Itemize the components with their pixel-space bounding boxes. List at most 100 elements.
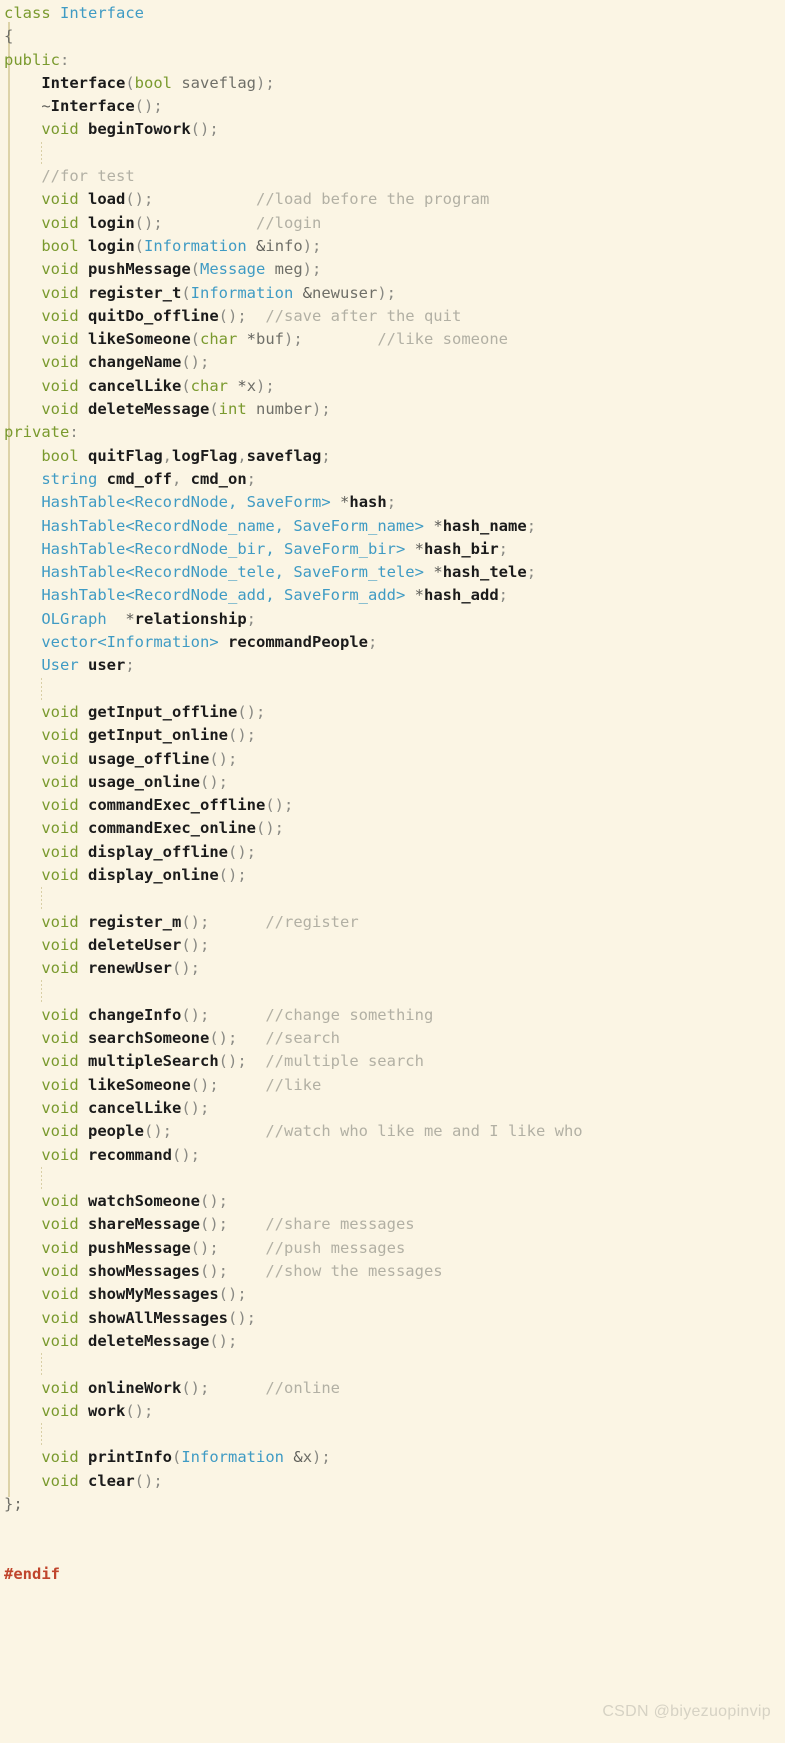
code-line[interactable]: void cancelLike(char *x); [0, 375, 785, 398]
code-line[interactable]: void deleteMessage(int number); [0, 398, 785, 421]
code-line[interactable]: void printInfo(Information &x); [0, 1446, 785, 1469]
code-line[interactable]: void usage_offline(); [0, 748, 785, 771]
code-line[interactable]: Interface(bool saveflag); [0, 72, 785, 95]
code-line[interactable]: void login(); //login [0, 212, 785, 235]
code-line[interactable]: void register_t(Information &newuser); [0, 282, 785, 305]
code-line[interactable] [0, 141, 785, 166]
code-line[interactable]: void commandExec_offline(); [0, 794, 785, 817]
code-line[interactable]: void shareMessage(); //share messages [0, 1213, 785, 1236]
code-token-punct: (); [199, 1262, 228, 1281]
code-line[interactable]: void deleteUser(); [0, 934, 785, 957]
code-token-punct: (); [227, 842, 256, 861]
code-line[interactable]: void cancelLike(); [0, 1097, 785, 1120]
code-line[interactable] [0, 677, 785, 702]
code-token-fn: printInfo [88, 1448, 172, 1467]
code-token-fn: multipleSearch [88, 1052, 219, 1071]
code-token-fn: likeSomeone [88, 1075, 191, 1094]
code-line[interactable]: User user; [0, 654, 785, 677]
code-line[interactable]: { [0, 25, 785, 48]
code-line[interactable]: vector<Information> recommandPeople; [0, 631, 785, 654]
code-line[interactable]: void work(); [0, 1400, 785, 1423]
code-line[interactable]: class Interface [0, 2, 785, 25]
code-line[interactable]: string cmd_off, cmd_on; [0, 468, 785, 491]
code-token-punct: ; [368, 633, 378, 652]
code-token-punct: ; [526, 563, 537, 582]
code-line[interactable]: HashTable<RecordNode_name, SaveForm_name… [0, 515, 785, 538]
code-line[interactable]: void likeSomeone(); //like [0, 1074, 785, 1097]
code-line[interactable]: void showMessages(); //show the messages [0, 1260, 785, 1283]
code-token-kw: void [41, 213, 79, 232]
code-line[interactable] [0, 1423, 785, 1447]
code-line[interactable]: void load(); //load before the program [0, 188, 785, 211]
code-line[interactable]: #endif [0, 1563, 785, 1586]
code-line[interactable]: void changeName(); [0, 351, 785, 374]
code-line[interactable] [0, 980, 785, 1005]
code-line[interactable]: void showMyMessages(); [0, 1283, 785, 1306]
code-line[interactable]: void people(); //watch who like me and I… [0, 1120, 785, 1143]
code-line[interactable]: public: [0, 49, 785, 72]
code-token-kw: void [41, 376, 79, 395]
code-line[interactable]: }; [0, 1493, 785, 1516]
code-token-type: , [274, 563, 294, 582]
code-line[interactable]: void usage_online(); [0, 771, 785, 794]
code-line[interactable] [0, 1516, 785, 1539]
code-line[interactable]: void renewUser(); [0, 957, 785, 980]
code-token-type: > [395, 586, 406, 605]
code-token-type: < [125, 493, 135, 512]
code-line[interactable]: void pushMessage(); //push messages [0, 1237, 785, 1260]
code-token-punct: ( [125, 73, 135, 92]
code-line[interactable]: //for test [0, 165, 785, 188]
code-line[interactable]: void clear(); [0, 1470, 785, 1493]
code-token-var: hash_bir [424, 539, 499, 558]
code-line[interactable]: void beginTowork(); [0, 118, 785, 141]
code-line[interactable]: void commandExec_online(); [0, 817, 785, 840]
code-line[interactable]: void pushMessage(Message meg); [0, 258, 785, 281]
code-line[interactable]: void multipleSearch(); //multiple search [0, 1050, 785, 1073]
code-line[interactable]: void showAllMessages(); [0, 1307, 785, 1330]
code-line[interactable]: void changeInfo(); //change something [0, 1004, 785, 1027]
code-token-type: OLGraph [41, 609, 107, 628]
code-line[interactable]: HashTable<RecordNode_add, SaveForm_add> … [0, 584, 785, 607]
code-token-punct: ( [181, 376, 191, 395]
code-line[interactable]: ~Interface(); [0, 95, 785, 118]
code-line[interactable]: void register_m(); //register [0, 911, 785, 934]
code-token-var: cmd_on [190, 469, 247, 488]
code-token-kw: void [41, 1145, 79, 1164]
code-line[interactable]: void getInput_offline(); [0, 701, 785, 724]
code-line[interactable]: void display_offline(); [0, 841, 785, 864]
code-line[interactable]: HashTable<RecordNode_tele, SaveForm_tele… [0, 561, 785, 584]
code-line[interactable]: void deleteMessage(); [0, 1330, 785, 1353]
code-line[interactable]: void getInput_online(); [0, 724, 785, 747]
code-token-op: * [433, 563, 443, 582]
code-line[interactable]: bool quitFlag,logFlag,saveflag; [0, 445, 785, 468]
code-line[interactable]: private: [0, 421, 785, 444]
code-token-kw: class [4, 4, 51, 22]
code-line[interactable]: HashTable<RecordNode, SaveForm> *hash; [0, 491, 785, 514]
code-line[interactable]: void display_online(); [0, 864, 785, 887]
code-line[interactable]: void watchSomeone(); [0, 1190, 785, 1213]
code-token-punct: (); [190, 1238, 219, 1257]
code-token-fn: display_online [88, 865, 219, 884]
code-line[interactable]: bool login(Information &info); [0, 235, 785, 258]
code-line[interactable]: void recommand(); [0, 1144, 785, 1167]
code-line[interactable]: HashTable<RecordNode_bir, SaveForm_bir> … [0, 538, 785, 561]
code-token-type: < [125, 563, 135, 582]
code-line-list[interactable]: class Interface{public: Interface(bool s… [0, 2, 785, 1586]
code-line[interactable]: OLGraph *relationship; [0, 608, 785, 631]
code-line[interactable]: void likeSomeone(char *buf); //like some… [0, 328, 785, 351]
code-line[interactable] [0, 1166, 785, 1191]
code-line[interactable] [0, 1353, 785, 1377]
code-line[interactable] [0, 1540, 785, 1563]
code-line[interactable]: void onlineWork(); //online [0, 1377, 785, 1400]
code-line[interactable] [0, 887, 785, 911]
code-line[interactable]: void searchSomeone(); //search [0, 1027, 785, 1050]
code-line[interactable]: void quitDo_offline(); //save after the … [0, 305, 785, 328]
code-token-fn: Interface [41, 73, 126, 92]
code-token-punct: (); [218, 1052, 247, 1071]
